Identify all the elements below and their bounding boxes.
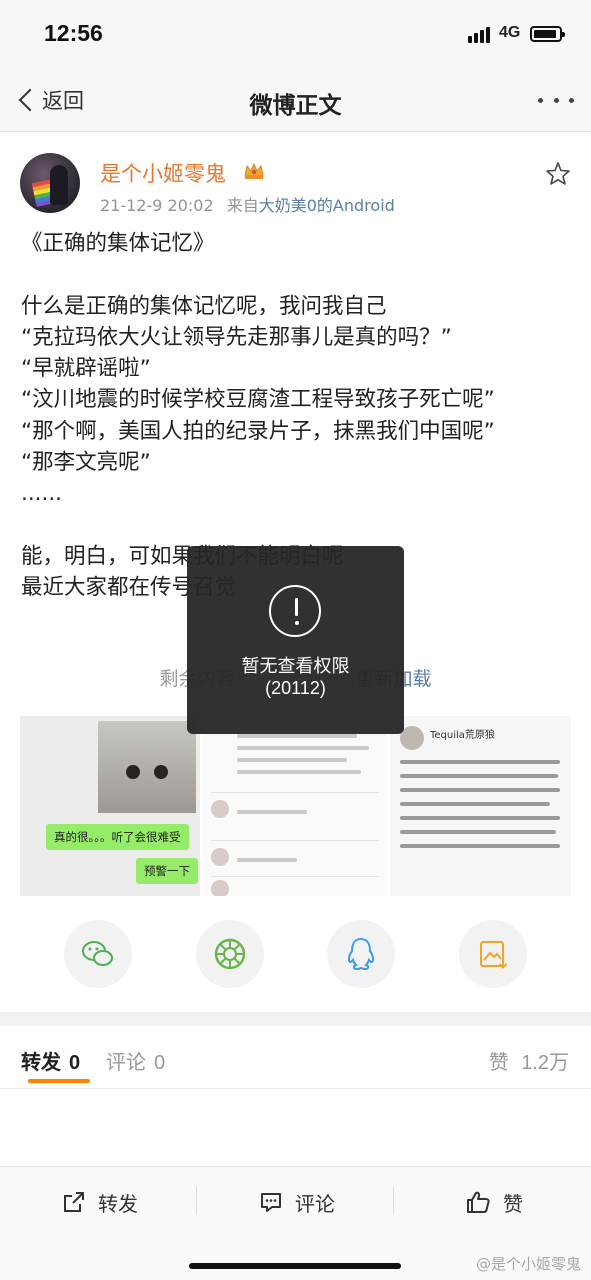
- page-title: 微博正文: [249, 93, 342, 119]
- save-image-button[interactable]: [459, 920, 527, 988]
- chat-bubble: 真的很。。。听了会很难受: [46, 824, 189, 850]
- section-divider: [0, 1012, 591, 1026]
- comment-icon: [261, 1193, 281, 1212]
- post-line: ......: [21, 481, 63, 507]
- status-bar: 12:56 4G: [0, 0, 591, 68]
- share-qq-button[interactable]: [327, 920, 395, 988]
- more-options-icon[interactable]: [538, 98, 574, 108]
- tab-likes[interactable]: 赞 1.2万: [489, 1046, 569, 1075]
- active-tab-indicator: [28, 1079, 90, 1083]
- tab-reposts[interactable]: 转发 0: [21, 1046, 80, 1075]
- chat-bubble: 预警一下: [136, 858, 198, 884]
- network-label: 4G: [499, 24, 521, 41]
- star-icon[interactable]: [544, 160, 572, 188]
- post-line: “汶川地震的时候学校豆腐渣工程导致孩子死亡呢”: [21, 387, 495, 413]
- save-image-icon: [480, 941, 508, 969]
- tab-comments[interactable]: 评论 0: [106, 1046, 165, 1075]
- post-line: 《正确的集体记忆》: [21, 231, 215, 256]
- moments-icon: [214, 938, 246, 970]
- alert-icon: [269, 585, 321, 637]
- post-timestamp: 21-12-9 20:02: [100, 196, 214, 215]
- post-line: 什么是正确的集体记忆呢，我问我自己: [21, 293, 387, 319]
- home-indicator[interactable]: [189, 1263, 401, 1269]
- wechat-icon: [82, 941, 113, 966]
- image-username: Tequila荒原狼: [430, 730, 495, 741]
- post-line: “克拉玛依大火让领导先走那事儿是真的吗？”: [21, 324, 452, 350]
- signal-icon: [468, 27, 492, 43]
- likes-count: 1.2万: [521, 1052, 569, 1074]
- tab-count: 0: [154, 1052, 166, 1074]
- bottom-action-bar: 转发 评论 赞 @是个小姬零鬼: [0, 1166, 591, 1280]
- repost-icon: [64, 1192, 84, 1212]
- likes-label: 赞: [488, 1050, 509, 1074]
- cat-image: [98, 721, 196, 813]
- tabs-divider: [0, 1088, 591, 1089]
- status-time: 12:56: [44, 20, 103, 46]
- source-prefix: 来自: [226, 196, 259, 215]
- crown-icon: [244, 162, 264, 179]
- image-strip: 真的很。。。听了会很难受 预警一下 Tequila荒原狼: [20, 716, 571, 896]
- qq-icon: [347, 937, 375, 971]
- like-button[interactable]: 赞: [465, 1187, 523, 1217]
- share-moments-button[interactable]: [196, 920, 264, 988]
- toast-code: (20112): [265, 678, 326, 698]
- post-meta: 21-12-9 20:02 来自大奶美0的Android: [100, 192, 395, 216]
- repost-button[interactable]: 转发: [62, 1187, 138, 1217]
- comment-label: 评论: [295, 1191, 335, 1216]
- tab-label: 评论: [106, 1050, 146, 1074]
- thumbs-up-icon: [467, 1191, 490, 1213]
- watermark: @是个小姬零鬼: [475, 1255, 581, 1273]
- post-line: “那个啊，美国人拍的纪录片子，抹黑我们中国呢”: [21, 418, 495, 444]
- post-image-3[interactable]: Tequila荒原狼: [390, 716, 571, 896]
- tab-label: 转发: [21, 1050, 61, 1074]
- post-line: “早就辟谣啦”: [21, 356, 151, 382]
- post-image-1[interactable]: 真的很。。。听了会很难受 预警一下: [20, 716, 200, 896]
- tab-count: 0: [69, 1052, 81, 1074]
- toast-message: 暂无查看权限: [241, 656, 350, 677]
- share-wechat-button[interactable]: [64, 920, 132, 988]
- repost-label: 转发: [98, 1191, 138, 1216]
- nav-bar: 返回 微博正文: [0, 68, 591, 132]
- post-image-2[interactable]: [203, 716, 387, 896]
- avatar[interactable]: [20, 153, 80, 213]
- like-label: 赞: [503, 1191, 523, 1216]
- post-source[interactable]: 大奶美0的Android: [259, 196, 395, 215]
- battery-icon: [530, 26, 565, 42]
- post-line: “那李文亮呢”: [21, 450, 151, 476]
- comment-button[interactable]: 评论: [259, 1187, 335, 1217]
- author-name[interactable]: 是个小姬零鬼: [100, 158, 226, 188]
- permission-toast: 暂无查看权限 (20112): [187, 546, 404, 734]
